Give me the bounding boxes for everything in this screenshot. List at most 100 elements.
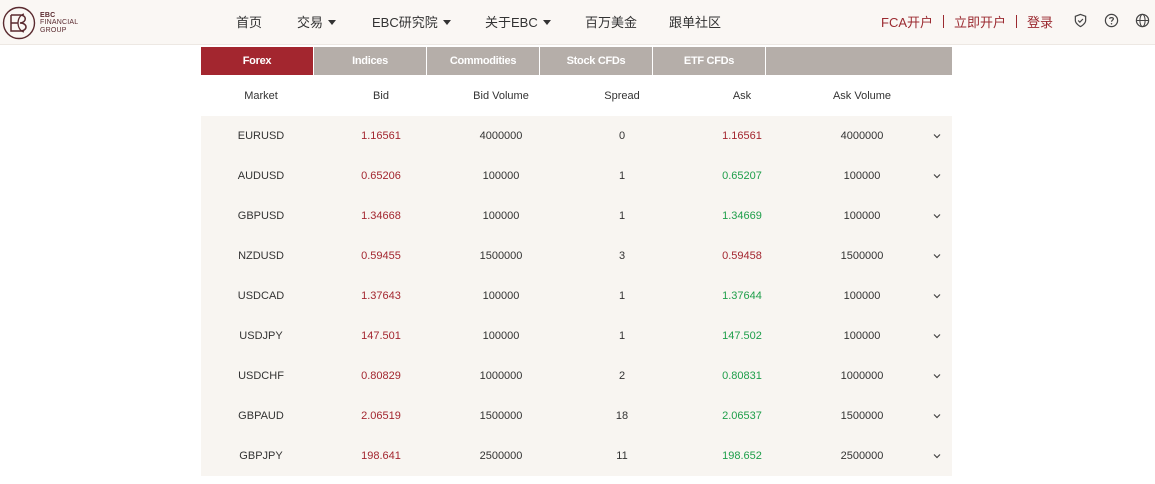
nav-label: EBC研究院	[372, 15, 438, 30]
nav-item-research[interactable]: EBC研究院	[372, 12, 451, 31]
caret-down-icon	[442, 19, 451, 25]
tab-label: Commodities	[449, 55, 517, 67]
tab-forex[interactable]: Forex	[201, 47, 314, 75]
chevron-down-icon[interactable]	[932, 451, 942, 461]
cell-bid: 1.37643	[361, 290, 401, 302]
cell-spread: 11	[616, 450, 628, 462]
chevron-down-icon[interactable]	[932, 251, 942, 261]
cell-ask-volume: 4000000	[840, 130, 884, 142]
chevron-down-icon[interactable]	[932, 211, 942, 221]
nav-item-copy-trading[interactable]: 跟单社区	[669, 12, 721, 31]
cell-ask-volume: 100000	[843, 330, 881, 342]
account-links: FCA开户 立即开户 登录	[881, 12, 1053, 31]
shield-icon[interactable]	[1072, 12, 1088, 28]
cell-bid-volume: 4000000	[479, 130, 523, 142]
cell-market: NZDUSD	[238, 250, 284, 262]
help-icon[interactable]	[1103, 12, 1119, 28]
table-row[interactable]: GBPAUD 2.06519 1500000 18 2.06537 1500000	[201, 396, 952, 436]
chevron-down-icon[interactable]	[932, 171, 942, 181]
cell-bid-volume: 1000000	[479, 370, 523, 382]
cell-market: GBPJPY	[239, 450, 283, 462]
cell-ask-volume: 100000	[843, 290, 881, 302]
header-bid-volume: Bid Volume	[473, 90, 529, 102]
cell-bid: 0.80829	[361, 370, 401, 382]
table-row[interactable]: AUDUSD 0.65206 100000 1 0.65207 100000	[201, 156, 952, 196]
nav-item-million[interactable]: 百万美金	[585, 12, 637, 31]
cell-ask-volume: 100000	[843, 210, 881, 222]
cell-spread: 0	[618, 130, 626, 142]
table-row[interactable]: GBPJPY 198.641 2500000 11 198.652 2500000	[201, 436, 952, 476]
nav-label: 首页	[236, 15, 263, 30]
cell-ask: 2.06537	[722, 410, 762, 422]
cell-ask: 198.652	[722, 450, 762, 462]
table-row[interactable]: NZDUSD 0.59455 1500000 3 0.59458 1500000	[201, 236, 952, 276]
cell-bid: 1.34668	[361, 210, 401, 222]
cell-market: USDCAD	[237, 290, 285, 302]
header-ask-volume: Ask Volume	[832, 90, 892, 102]
cell-spread: 2	[618, 370, 626, 382]
chevron-down-icon[interactable]	[932, 411, 942, 421]
nav-item-home[interactable]: 首页	[236, 12, 262, 31]
table-row[interactable]: USDCAD 1.37643 100000 1 1.37644 100000	[201, 276, 952, 316]
header-bid: Bid	[373, 90, 389, 102]
cell-spread: 1	[618, 170, 626, 182]
chevron-down-icon[interactable]	[932, 371, 942, 381]
nav-item-about[interactable]: 关于EBC	[485, 12, 551, 31]
tab-indices[interactable]: Indices	[314, 47, 427, 75]
chevron-down-icon[interactable]	[932, 131, 942, 141]
nav-label: 百万美金	[585, 15, 638, 30]
caret-down-icon	[328, 19, 337, 25]
table-row[interactable]: EURUSD 1.16561 4000000 0 1.16561 4000000	[201, 116, 952, 156]
cell-bid-volume: 100000	[482, 290, 520, 302]
table-row[interactable]: USDCHF 0.80829 1000000 2 0.80831 1000000	[201, 356, 952, 396]
cell-ask: 147.502	[722, 330, 762, 342]
cell-ask-volume: 1500000	[840, 410, 884, 422]
quotes-table: Market Bid Bid Volume Spread Ask Ask Vol…	[201, 76, 952, 476]
logo-line-3: GROUP	[40, 26, 67, 34]
market-tabs: Forex Indices Commodities Stock CFDs ETF…	[201, 47, 952, 75]
cell-bid: 0.59455	[361, 250, 401, 262]
cell-market: USDJPY	[239, 330, 283, 342]
logo-line-1: EBC	[40, 11, 56, 19]
cell-bid: 198.641	[361, 450, 401, 462]
cell-ask: 1.37644	[722, 290, 762, 302]
header-ask: Ask	[732, 90, 752, 102]
table-row[interactable]: USDJPY 147.501 100000 1 147.502 100000	[201, 316, 952, 356]
divider	[943, 15, 945, 28]
logo-line-2: FINANCIAL	[40, 19, 79, 27]
cell-ask-volume: 2500000	[840, 450, 884, 462]
table-header: Market Bid Bid Volume Spread Ask Ask Vol…	[201, 76, 952, 116]
cell-ask-volume: 1000000	[840, 370, 884, 382]
cell-bid-volume: 2500000	[479, 450, 523, 462]
table-row[interactable]: GBPUSD 1.34668 100000 1 1.34669 100000	[201, 196, 952, 236]
cell-bid-volume: 100000	[482, 210, 520, 222]
cell-spread: 18	[615, 410, 629, 422]
tab-etf-cfds[interactable]: ETF CFDs	[653, 47, 766, 75]
open-account-link[interactable]: 立即开户	[954, 12, 1006, 31]
fca-open-account-link[interactable]: FCA开户	[881, 12, 933, 31]
cell-market: EURUSD	[237, 130, 285, 142]
chevron-down-icon[interactable]	[932, 291, 942, 301]
divider	[1016, 15, 1018, 28]
tab-label: Forex	[242, 55, 272, 67]
cell-spread: 3	[618, 250, 626, 262]
nav-label: 关于EBC	[485, 15, 538, 30]
cell-ask: 1.16561	[722, 130, 762, 142]
cell-ask-volume: 1500000	[840, 250, 884, 262]
tab-label: ETF CFDs	[683, 55, 735, 67]
cell-ask: 0.59458	[722, 250, 762, 262]
cell-bid: 1.16561	[361, 130, 401, 142]
login-link[interactable]: 登录	[1027, 12, 1053, 31]
nav-item-trading[interactable]: 交易	[297, 12, 337, 31]
cell-ask: 1.34669	[722, 210, 762, 222]
header-spread: Spread	[604, 90, 640, 102]
cell-spread: 1	[618, 210, 626, 222]
cell-bid: 0.65206	[361, 170, 401, 182]
ebc-logo[interactable]: EBC FINANCIAL GROUP	[2, 5, 102, 41]
chevron-down-icon[interactable]	[932, 331, 942, 341]
cell-market: GBPAUD	[238, 410, 284, 422]
tab-stock-cfds[interactable]: Stock CFDs	[540, 47, 653, 75]
globe-icon[interactable]	[1134, 12, 1150, 28]
cell-bid-volume: 1500000	[479, 250, 523, 262]
tab-commodities[interactable]: Commodities	[427, 47, 540, 75]
